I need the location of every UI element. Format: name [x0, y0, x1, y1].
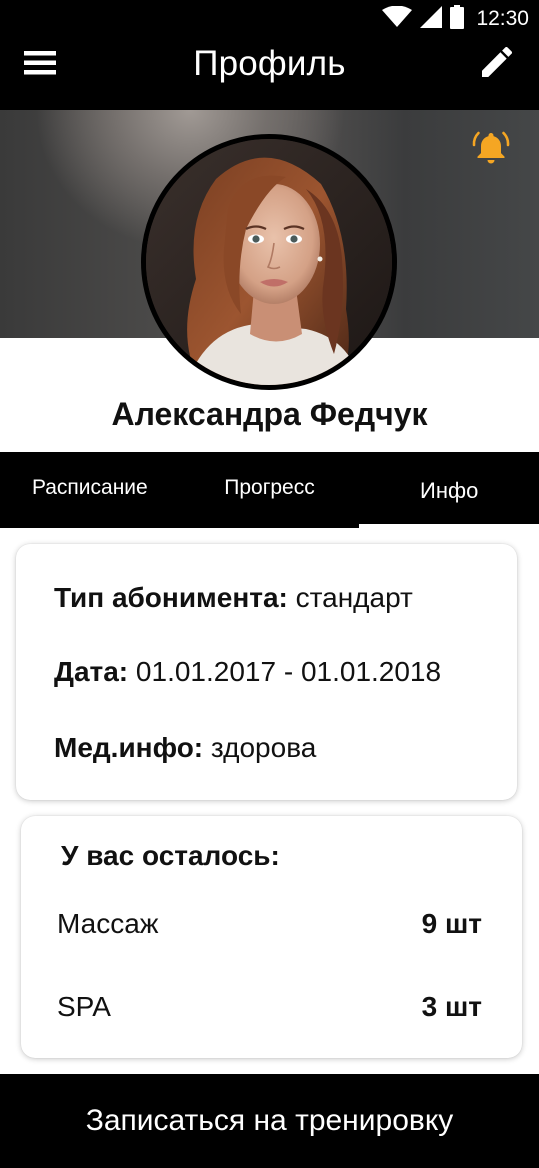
service-name: SPA — [57, 991, 111, 1022]
subscription-date-label: Дата: — [54, 656, 129, 687]
profile-tabs: Расписание Прогресс Инфо — [0, 452, 539, 528]
remaining-title: У вас осталось: — [61, 840, 280, 871]
status-bar: 12:30 — [0, 0, 539, 38]
subscription-info-card: Тип абонимента: стандарт Дата: 01.01.201… — [16, 544, 517, 800]
battery-icon — [450, 4, 465, 34]
subscription-date-row: Дата: 01.01.2017 - 01.01.2018 — [54, 656, 441, 688]
subscription-type-value: стандарт — [295, 582, 413, 613]
bell-icon — [472, 129, 510, 170]
menu-button[interactable] — [18, 43, 62, 87]
service-name: Массаж — [57, 908, 159, 939]
subscription-type-row: Тип абонимента: стандарт — [54, 582, 413, 614]
tab-progress[interactable]: Прогресс — [180, 452, 360, 528]
pencil-edit-icon — [482, 46, 512, 82]
tab-progress-label: Прогресс — [224, 476, 315, 499]
tab-schedule[interactable]: Расписание — [0, 452, 180, 528]
status-time: 12:30 — [476, 7, 529, 30]
tab-info-label: Инфо — [420, 478, 479, 503]
status-icons: 12:30 — [382, 4, 529, 34]
hamburger-menu-icon — [24, 50, 56, 80]
signal-icon — [420, 5, 443, 33]
service-quantity: 9 шт — [421, 908, 482, 939]
list-item: SPA 3 шт — [57, 989, 482, 1025]
book-training-button[interactable]: Записаться на тренировку — [0, 1074, 539, 1168]
app-bar: Профиль — [0, 38, 539, 110]
subscription-type-label: Тип абонимента: — [54, 582, 288, 613]
medical-info-label: Мед.инфо: — [54, 732, 204, 763]
wifi-icon — [382, 5, 413, 33]
tab-info[interactable]: Инфо — [359, 452, 539, 528]
subscription-date-value: 01.01.2017 - 01.01.2018 — [135, 656, 442, 687]
avatar — [141, 134, 397, 390]
tab-schedule-label: Расписание — [31, 476, 148, 499]
page-title: Профиль — [193, 44, 346, 83]
remaining-services-card: У вас осталось: Массаж 9 шт SPA 3 шт — [21, 816, 522, 1058]
notifications-button[interactable] — [470, 128, 512, 170]
medical-info-value: здорова — [210, 732, 317, 763]
service-quantity: 3 шт — [421, 991, 482, 1022]
user-name: Александра Федчук — [111, 396, 428, 432]
medical-info-row: Мед.инфо: здорова — [54, 732, 316, 764]
list-item: Массаж 9 шт — [57, 906, 482, 942]
edit-profile-button[interactable] — [477, 44, 517, 84]
